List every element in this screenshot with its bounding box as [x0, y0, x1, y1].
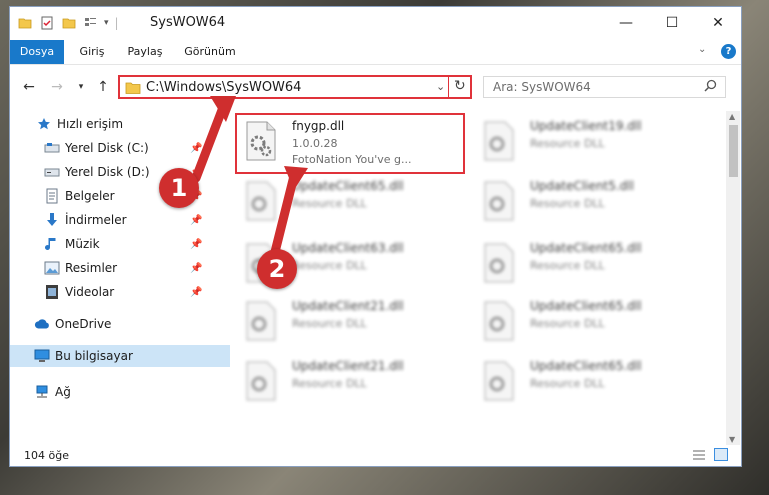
step-2-badge: 2 — [257, 249, 297, 289]
step-1-badge: 1 — [159, 168, 199, 208]
arrow-to-address-bar — [191, 105, 227, 183]
arrow-to-file — [270, 171, 299, 257]
annotation-arrows — [191, 96, 308, 257]
